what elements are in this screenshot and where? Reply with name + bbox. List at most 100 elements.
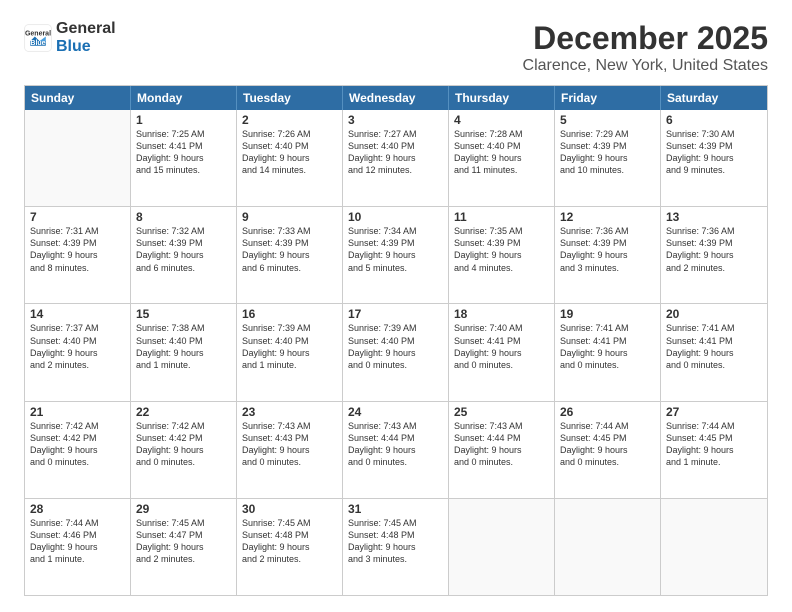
day-number: 6 [666, 113, 762, 127]
cell-info: Sunrise: 7:38 AMSunset: 4:40 PMDaylight:… [136, 322, 231, 371]
svg-text:General: General [25, 30, 51, 37]
day-number: 18 [454, 307, 549, 321]
cell-info: Sunrise: 7:36 AMSunset: 4:39 PMDaylight:… [560, 225, 655, 274]
cell-info: Sunrise: 7:31 AMSunset: 4:39 PMDaylight:… [30, 225, 125, 274]
cell-info: Sunrise: 7:41 AMSunset: 4:41 PMDaylight:… [560, 322, 655, 371]
cell-info: Sunrise: 7:29 AMSunset: 4:39 PMDaylight:… [560, 128, 655, 177]
day-number: 30 [242, 502, 337, 516]
cell-info: Sunrise: 7:30 AMSunset: 4:39 PMDaylight:… [666, 128, 762, 177]
logo-icon: General Blue [24, 24, 52, 52]
col-sunday: Sunday [25, 86, 131, 110]
day-number: 24 [348, 405, 443, 419]
day-number: 20 [666, 307, 762, 321]
cal-cell-r3-c4: 25Sunrise: 7:43 AMSunset: 4:44 PMDayligh… [449, 402, 555, 498]
day-number: 22 [136, 405, 231, 419]
day-number: 31 [348, 502, 443, 516]
day-number: 15 [136, 307, 231, 321]
day-number: 19 [560, 307, 655, 321]
day-number: 3 [348, 113, 443, 127]
cell-info: Sunrise: 7:32 AMSunset: 4:39 PMDaylight:… [136, 225, 231, 274]
cal-cell-r0-c3: 3Sunrise: 7:27 AMSunset: 4:40 PMDaylight… [343, 110, 449, 206]
cal-cell-r4-c1: 29Sunrise: 7:45 AMSunset: 4:47 PMDayligh… [131, 499, 237, 595]
day-number: 13 [666, 210, 762, 224]
day-number: 14 [30, 307, 125, 321]
cell-info: Sunrise: 7:45 AMSunset: 4:47 PMDaylight:… [136, 517, 231, 566]
cal-cell-r4-c6 [661, 499, 767, 595]
col-wednesday: Wednesday [343, 86, 449, 110]
day-number: 7 [30, 210, 125, 224]
day-number: 16 [242, 307, 337, 321]
logo: General Blue General Blue [24, 20, 116, 55]
cal-cell-r4-c3: 31Sunrise: 7:45 AMSunset: 4:48 PMDayligh… [343, 499, 449, 595]
cell-info: Sunrise: 7:39 AMSunset: 4:40 PMDaylight:… [348, 322, 443, 371]
cal-cell-r2-c4: 18Sunrise: 7:40 AMSunset: 4:41 PMDayligh… [449, 304, 555, 400]
cell-info: Sunrise: 7:44 AMSunset: 4:45 PMDaylight:… [666, 420, 762, 469]
cal-row-0: 1Sunrise: 7:25 AMSunset: 4:41 PMDaylight… [25, 110, 767, 207]
cal-cell-r1-c4: 11Sunrise: 7:35 AMSunset: 4:39 PMDayligh… [449, 207, 555, 303]
calendar: Sunday Monday Tuesday Wednesday Thursday… [24, 85, 768, 596]
cal-cell-r0-c0 [25, 110, 131, 206]
day-number: 5 [560, 113, 655, 127]
day-number: 8 [136, 210, 231, 224]
cell-info: Sunrise: 7:26 AMSunset: 4:40 PMDaylight:… [242, 128, 337, 177]
cal-row-3: 21Sunrise: 7:42 AMSunset: 4:42 PMDayligh… [25, 402, 767, 499]
cal-cell-r1-c3: 10Sunrise: 7:34 AMSunset: 4:39 PMDayligh… [343, 207, 449, 303]
cal-cell-r4-c4 [449, 499, 555, 595]
cell-info: Sunrise: 7:40 AMSunset: 4:41 PMDaylight:… [454, 322, 549, 371]
cell-info: Sunrise: 7:45 AMSunset: 4:48 PMDaylight:… [348, 517, 443, 566]
day-number: 12 [560, 210, 655, 224]
cal-cell-r4-c2: 30Sunrise: 7:45 AMSunset: 4:48 PMDayligh… [237, 499, 343, 595]
cell-info: Sunrise: 7:36 AMSunset: 4:39 PMDaylight:… [666, 225, 762, 274]
col-tuesday: Tuesday [237, 86, 343, 110]
day-number: 17 [348, 307, 443, 321]
cal-cell-r3-c6: 27Sunrise: 7:44 AMSunset: 4:45 PMDayligh… [661, 402, 767, 498]
page: General Blue General Blue December 2025 … [0, 0, 792, 612]
day-number: 10 [348, 210, 443, 224]
cal-cell-r0-c4: 4Sunrise: 7:28 AMSunset: 4:40 PMDaylight… [449, 110, 555, 206]
cal-cell-r4-c0: 28Sunrise: 7:44 AMSunset: 4:46 PMDayligh… [25, 499, 131, 595]
cal-cell-r3-c0: 21Sunrise: 7:42 AMSunset: 4:42 PMDayligh… [25, 402, 131, 498]
col-saturday: Saturday [661, 86, 767, 110]
cal-cell-r2-c1: 15Sunrise: 7:38 AMSunset: 4:40 PMDayligh… [131, 304, 237, 400]
cell-info: Sunrise: 7:28 AMSunset: 4:40 PMDaylight:… [454, 128, 549, 177]
cal-row-1: 7Sunrise: 7:31 AMSunset: 4:39 PMDaylight… [25, 207, 767, 304]
cell-info: Sunrise: 7:25 AMSunset: 4:41 PMDaylight:… [136, 128, 231, 177]
day-number: 28 [30, 502, 125, 516]
cal-cell-r3-c3: 24Sunrise: 7:43 AMSunset: 4:44 PMDayligh… [343, 402, 449, 498]
title-block: December 2025 Clarence, New York, United… [523, 20, 768, 75]
cal-cell-r1-c2: 9Sunrise: 7:33 AMSunset: 4:39 PMDaylight… [237, 207, 343, 303]
day-number: 21 [30, 405, 125, 419]
header: General Blue General Blue December 2025 … [24, 20, 768, 75]
cal-row-2: 14Sunrise: 7:37 AMSunset: 4:40 PMDayligh… [25, 304, 767, 401]
cal-cell-r1-c1: 8Sunrise: 7:32 AMSunset: 4:39 PMDaylight… [131, 207, 237, 303]
cell-info: Sunrise: 7:42 AMSunset: 4:42 PMDaylight:… [30, 420, 125, 469]
day-number: 25 [454, 405, 549, 419]
cal-cell-r0-c5: 5Sunrise: 7:29 AMSunset: 4:39 PMDaylight… [555, 110, 661, 206]
day-number: 11 [454, 210, 549, 224]
cell-info: Sunrise: 7:34 AMSunset: 4:39 PMDaylight:… [348, 225, 443, 274]
cal-cell-r1-c5: 12Sunrise: 7:36 AMSunset: 4:39 PMDayligh… [555, 207, 661, 303]
day-number: 27 [666, 405, 762, 419]
cal-cell-r1-c0: 7Sunrise: 7:31 AMSunset: 4:39 PMDaylight… [25, 207, 131, 303]
day-number: 4 [454, 113, 549, 127]
calendar-body: 1Sunrise: 7:25 AMSunset: 4:41 PMDaylight… [25, 110, 767, 595]
cal-row-4: 28Sunrise: 7:44 AMSunset: 4:46 PMDayligh… [25, 499, 767, 595]
calendar-header: Sunday Monday Tuesday Wednesday Thursday… [25, 86, 767, 110]
cal-cell-r4-c5 [555, 499, 661, 595]
day-number: 9 [242, 210, 337, 224]
subtitle: Clarence, New York, United States [523, 57, 768, 75]
cell-info: Sunrise: 7:39 AMSunset: 4:40 PMDaylight:… [242, 322, 337, 371]
cal-cell-r2-c2: 16Sunrise: 7:39 AMSunset: 4:40 PMDayligh… [237, 304, 343, 400]
cal-cell-r2-c0: 14Sunrise: 7:37 AMSunset: 4:40 PMDayligh… [25, 304, 131, 400]
cell-info: Sunrise: 7:35 AMSunset: 4:39 PMDaylight:… [454, 225, 549, 274]
cell-info: Sunrise: 7:45 AMSunset: 4:48 PMDaylight:… [242, 517, 337, 566]
cell-info: Sunrise: 7:27 AMSunset: 4:40 PMDaylight:… [348, 128, 443, 177]
svg-text:Blue: Blue [30, 40, 45, 47]
day-number: 23 [242, 405, 337, 419]
cell-info: Sunrise: 7:41 AMSunset: 4:41 PMDaylight:… [666, 322, 762, 371]
cell-info: Sunrise: 7:44 AMSunset: 4:45 PMDaylight:… [560, 420, 655, 469]
col-thursday: Thursday [449, 86, 555, 110]
logo-text-block: General Blue [56, 20, 116, 55]
day-number: 26 [560, 405, 655, 419]
cal-cell-r1-c6: 13Sunrise: 7:36 AMSunset: 4:39 PMDayligh… [661, 207, 767, 303]
